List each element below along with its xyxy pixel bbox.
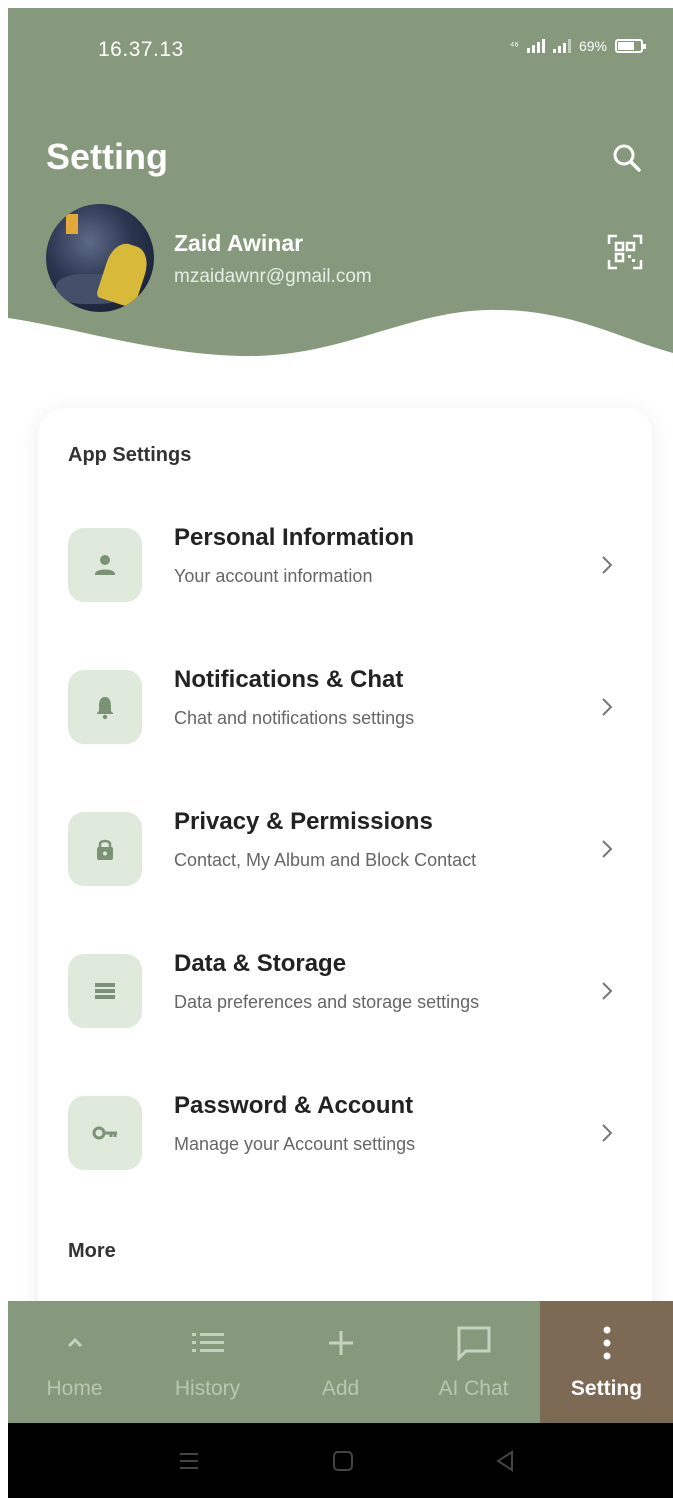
menu-item-title: Privacy & Permissions xyxy=(174,808,433,835)
person-icon xyxy=(95,555,115,575)
nav-label: Add xyxy=(321,1377,360,1400)
menu-icon-box xyxy=(68,812,142,886)
menu-item-subtitle: Chat and notifications settings xyxy=(174,708,415,728)
user-email: mzaidawnr@gmail.com xyxy=(174,266,372,287)
chevron-right-icon xyxy=(602,982,613,1000)
menu-item-data-storage[interactable]: Data & Storage Data preferences and stor… xyxy=(68,950,628,1030)
more-vertical-icon xyxy=(587,1323,627,1363)
search-icon xyxy=(613,144,641,172)
menu-item-password-account[interactable]: Password & Account Manage your Account s… xyxy=(68,1092,628,1172)
lock-icon xyxy=(97,839,113,860)
header: 16.37.13 ⁴⁶ 69% Setting Zaid Awinar mzai… xyxy=(8,8,673,408)
nav-item-setting[interactable]: Setting xyxy=(540,1301,673,1423)
key-icon xyxy=(92,1126,117,1140)
system-menu-icon[interactable] xyxy=(176,1448,202,1474)
chevron-right-icon xyxy=(602,840,613,858)
nav-label: Setting xyxy=(570,1377,643,1400)
system-navigation-bar xyxy=(8,1423,673,1498)
menu-item-privacy-permissions[interactable]: Privacy & Permissions Contact, My Album … xyxy=(68,808,628,888)
signal-icon xyxy=(526,39,545,53)
qr-code-button[interactable] xyxy=(607,234,643,270)
nav-label: History xyxy=(174,1377,241,1400)
section-title-more: More xyxy=(68,1240,116,1262)
system-back-icon[interactable] xyxy=(492,1448,518,1474)
system-home-icon[interactable] xyxy=(330,1448,356,1474)
status-bar: 16.37.13 ⁴⁶ 69% xyxy=(8,8,673,88)
plus-icon xyxy=(321,1323,361,1363)
qr-code-icon xyxy=(607,234,643,270)
menu-item-personal-information[interactable]: Personal Information Your account inform… xyxy=(68,524,628,604)
nav-label: Home xyxy=(46,1377,103,1400)
bell-icon xyxy=(97,697,113,720)
nav-item-home[interactable]: Home xyxy=(8,1301,141,1423)
chevron-up-icon xyxy=(55,1323,95,1363)
nav-item-history[interactable]: History xyxy=(141,1301,274,1423)
menu-item-title: Personal Information xyxy=(174,524,415,551)
menu-item-notifications-chat[interactable]: Notifications & Chat Chat and notificati… xyxy=(68,666,628,746)
menu-item-title: Data & Storage xyxy=(174,950,347,977)
page-title: Setting xyxy=(46,136,168,177)
status-time: 16.37.13 xyxy=(98,38,184,61)
chevron-right-icon xyxy=(602,556,613,574)
nav-label: AI Chat xyxy=(438,1377,509,1400)
avatar[interactable] xyxy=(46,204,154,312)
storage-icon xyxy=(95,983,115,999)
chat-icon xyxy=(454,1323,494,1363)
menu-icon-box xyxy=(68,528,142,602)
menu-item-subtitle: Your account information xyxy=(174,566,373,586)
section-title-app-settings: App Settings xyxy=(68,444,192,466)
user-name: Zaid Awinar xyxy=(174,230,304,256)
menu-icon-box xyxy=(68,954,142,1028)
nav-item-add[interactable]: Add xyxy=(274,1301,407,1423)
menu-item-subtitle: Contact, My Album and Block Contact xyxy=(174,850,477,870)
search-button[interactable] xyxy=(607,138,647,178)
settings-card: App Settings Personal Information Your a… xyxy=(38,408,652,1368)
signal-icon xyxy=(552,39,571,53)
network-type: ⁴⁶ xyxy=(509,40,519,52)
menu-item-title: Password & Account xyxy=(174,1092,414,1119)
menu-item-title: Notifications & Chat xyxy=(174,666,404,693)
battery-percent: 69% xyxy=(578,38,607,54)
menu-item-subtitle: Manage your Account settings xyxy=(174,1134,416,1154)
bottom-nav: Home History Add AI Chat Setting xyxy=(8,1301,673,1423)
menu-icon-box xyxy=(68,670,142,744)
chevron-right-icon xyxy=(602,698,613,716)
battery-icon xyxy=(615,39,646,53)
chevron-right-icon xyxy=(602,1124,613,1142)
nav-item-ai-chat[interactable]: AI Chat xyxy=(407,1301,540,1423)
menu-item-subtitle: Data preferences and storage settings xyxy=(174,992,480,1012)
list-icon xyxy=(188,1323,228,1363)
status-icons: ⁴⁶ 69% xyxy=(509,38,646,54)
menu-icon-box xyxy=(68,1096,142,1170)
